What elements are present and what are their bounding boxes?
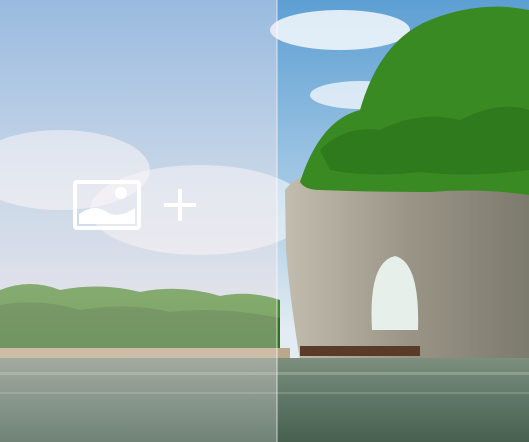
insert-image-button[interactable] xyxy=(72,179,142,231)
image-placeholder-icon xyxy=(73,180,141,230)
split-divider[interactable] xyxy=(276,0,278,442)
plus-icon xyxy=(162,187,198,223)
image-toolbar xyxy=(72,178,202,232)
add-image-button[interactable] xyxy=(160,185,200,225)
